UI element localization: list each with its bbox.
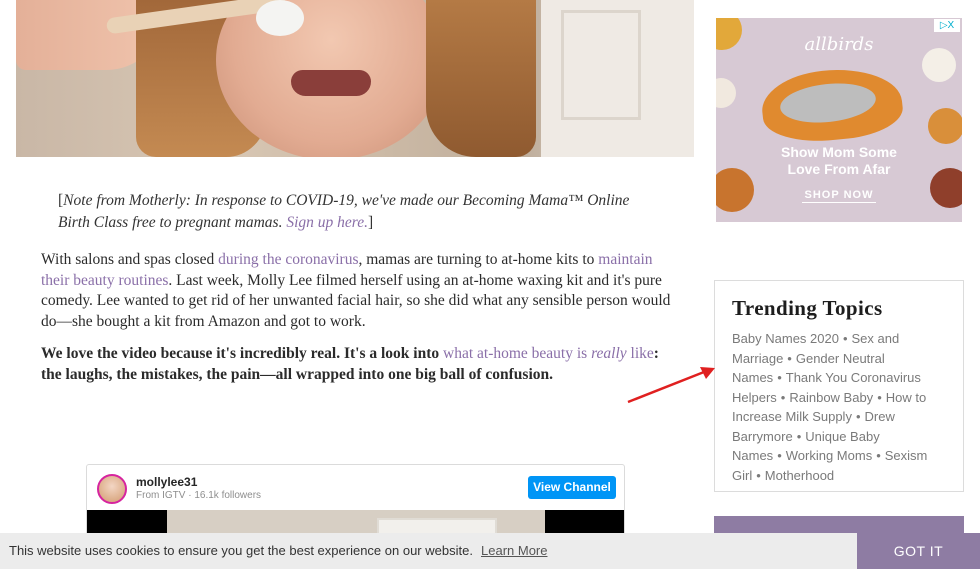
instagram-meta: From IGTV · 16.1k followers <box>136 490 261 501</box>
topic-link[interactable]: Motherhood <box>765 468 834 483</box>
cookie-banner: This website uses cookies to ensure you … <box>0 533 980 569</box>
separator: • <box>842 331 848 346</box>
shop-now-button[interactable]: SHOP NOW <box>802 189 876 203</box>
article-hero-video[interactable] <box>16 0 694 157</box>
separator: • <box>787 350 792 366</box>
separator: • <box>876 448 881 463</box>
cookie-message: This website uses cookies to ensure you … <box>9 543 473 558</box>
wax-blob <box>256 0 304 36</box>
sign-up-link[interactable]: Sign up here. <box>286 214 368 231</box>
trending-topics-widget: Trending Topics Baby Names 2020 • Sex and … <box>714 280 964 492</box>
link-text-emphasis: really <box>591 345 627 362</box>
at-home-beauty-link[interactable]: what at-home beauty is really like <box>443 345 654 362</box>
article-paragraph-bold: We love the video because it's incredibl… <box>41 344 681 385</box>
separator: • <box>777 370 782 385</box>
hair <box>426 0 536 157</box>
door-panel <box>561 10 641 120</box>
adchoices-icon[interactable]: ▷X <box>934 19 960 32</box>
note-bracket-close: ] <box>368 214 374 231</box>
link-text: like <box>626 345 654 362</box>
separator: • <box>877 389 882 405</box>
topic-link[interactable]: Rainbow Baby <box>789 390 873 405</box>
article-paragraph: With salons and spas closed during the c… <box>41 250 681 332</box>
ad-headline-line: Love From Afar <box>787 161 891 177</box>
separator: • <box>855 409 861 424</box>
instagram-username[interactable]: mollylee31 <box>136 475 197 489</box>
red-arrow-annotation <box>627 367 715 404</box>
ad-headline-line: Show Mom Some <box>781 144 897 160</box>
topic-link[interactable]: Working Moms <box>786 448 872 463</box>
got-it-button[interactable]: GOT IT <box>857 533 980 569</box>
mouth <box>291 70 371 96</box>
separator: • <box>777 448 782 463</box>
separator: • <box>756 467 761 483</box>
paragraph-text: With salons and spas closed <box>41 251 219 268</box>
flower-decoration <box>716 78 736 108</box>
editor-note: [Note from Motherly: In response to COVI… <box>58 190 658 234</box>
advertisement[interactable]: allbirds Show Mom Some Love From Afar SH… <box>716 18 962 222</box>
instagram-source: From IGTV · <box>136 490 195 501</box>
separator: • <box>796 428 802 444</box>
view-channel-button[interactable]: View Channel <box>528 476 616 499</box>
instagram-followers: 16.1k followers <box>194 490 262 501</box>
trending-list: Baby Names 2020 • Sex and Marriage • Gender … <box>732 329 950 485</box>
avatar[interactable] <box>97 474 127 504</box>
arrow-shaft <box>627 370 705 404</box>
flower-decoration <box>928 108 962 144</box>
coronavirus-link[interactable]: during the coronavirus <box>218 251 358 268</box>
learn-more-link[interactable]: Learn More <box>481 543 547 558</box>
trending-title: Trending Topics <box>732 296 883 320</box>
link-text: what at-home beauty is <box>443 345 592 362</box>
separator: • <box>780 389 786 405</box>
paragraph-text: We love the video because it's incredibl… <box>41 345 443 362</box>
topic-link[interactable]: Baby Names 2020 <box>732 331 839 346</box>
ad-brand-logo: allbirds <box>804 34 874 55</box>
ad-headline: Show Mom Some Love From Afar <box>716 144 962 178</box>
paragraph-text: , mamas are turning to at-home kits to <box>358 251 599 268</box>
